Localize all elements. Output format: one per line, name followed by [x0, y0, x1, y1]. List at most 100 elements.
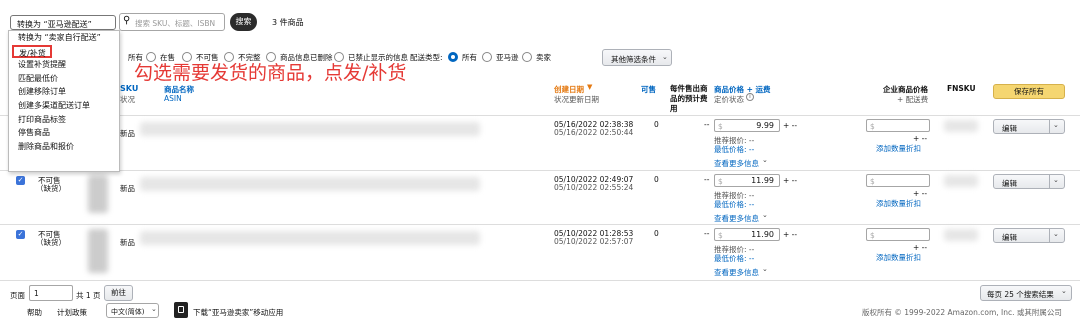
- bulk-action-menu: 转换为 “卖家自行配送” 发/补货 设置补货提醒 匹配最低价 创建移除订单 创建…: [8, 30, 120, 172]
- chevron-down-icon: ⌄: [762, 211, 768, 219]
- menu-item-close-listing[interactable]: 停售商品: [9, 126, 119, 140]
- page-number-input[interactable]: 1: [29, 285, 73, 301]
- chevron-down-icon: ⌄: [662, 53, 668, 61]
- product-image-blurred: [88, 229, 108, 273]
- business-price-input[interactable]: $: [866, 174, 930, 187]
- menu-item-delete-listing[interactable]: 删除商品和报价: [9, 140, 119, 154]
- edit-button[interactable]: 编辑 ⌄: [993, 174, 1065, 189]
- row-status-sub: （缺货）: [36, 184, 66, 193]
- menu-item-restock-alert[interactable]: 设置补货提醒: [9, 58, 119, 72]
- menu-item-print-labels[interactable]: 打印商品标签: [9, 113, 119, 127]
- chevron-down-icon: ⌄: [1053, 121, 1059, 129]
- row-checkbox[interactable]: ✓: [16, 230, 25, 239]
- row-condition: 新品: [120, 184, 135, 193]
- bulk-action-select[interactable]: 转换为 “亚马逊配送”: [10, 15, 116, 30]
- fulfillment-label-all: 所有: [462, 53, 477, 62]
- header-asin[interactable]: ASIN: [164, 94, 182, 103]
- header-fnsku: FNSKU: [947, 84, 976, 93]
- fulfillment-radio-amazon[interactable]: [482, 52, 492, 62]
- policy-link[interactable]: 计划政策: [57, 307, 87, 318]
- fnsku-blurred: [944, 229, 978, 241]
- header-sku[interactable]: SKU: [120, 84, 138, 93]
- row-updated: 05/16/2022 02:50:44: [554, 128, 634, 137]
- search-placeholder: 搜索 SKU、标题、ISBN: [135, 19, 216, 28]
- more-filters-button[interactable]: 其他筛选条件 ⌄: [602, 49, 672, 66]
- fulfillment-radio-all[interactable]: [448, 52, 458, 62]
- edit-button[interactable]: 编辑 ⌄: [993, 228, 1065, 243]
- language-select[interactable]: 中文(简体) ⌄: [106, 303, 159, 318]
- menu-item-mcf-order[interactable]: 创建多渠道配送订单: [9, 99, 119, 113]
- fnsku-blurred: [944, 120, 978, 132]
- row-condition: 新品: [120, 129, 135, 138]
- results-per-page-select[interactable]: 每页 25 个搜索结果 ⌄: [980, 285, 1072, 301]
- header-updated: 状况更新日期: [554, 95, 599, 104]
- edit-divider: [1049, 120, 1050, 133]
- add-quantity-discount-link[interactable]: 添加数量折扣: [876, 143, 921, 154]
- page-number-value: 1: [34, 289, 39, 298]
- chevron-down-icon: ⌄: [762, 265, 768, 273]
- header-available[interactable]: 可售: [641, 84, 656, 95]
- chevron-down-icon: ⌄: [1053, 230, 1059, 238]
- go-button[interactable]: 前往: [104, 285, 133, 301]
- more-info-link[interactable]: 查看更多信息: [714, 158, 759, 169]
- search-icon: ⚲: [123, 15, 131, 26]
- result-count: 3 件商品: [272, 18, 304, 27]
- pagination-divider: [0, 280, 1080, 281]
- price-input[interactable]: $ 11.99: [714, 174, 780, 187]
- price-input[interactable]: $ 11.90: [714, 228, 780, 241]
- business-shipping-value: + --: [913, 189, 928, 198]
- table-row: 新品 05/16/2022 02:38:38 05/16/2022 02:50:…: [0, 116, 1080, 170]
- add-quantity-discount-link[interactable]: 添加数量折扣: [876, 198, 921, 209]
- header-price-status: 定价状态: [714, 95, 744, 104]
- row-checkbox[interactable]: ✓: [16, 176, 25, 185]
- product-title-blurred: [140, 231, 480, 245]
- lowest-price[interactable]: 最低价格: --: [714, 144, 754, 155]
- business-shipping-value: + --: [913, 134, 928, 143]
- table-row: ✓ 不可售 （缺货） 新品 05/10/2022 02:49:07 05/10/…: [0, 170, 1080, 224]
- price-value: 11.99: [751, 176, 774, 185]
- business-price-input[interactable]: $: [866, 119, 930, 132]
- help-link[interactable]: 帮助: [27, 307, 42, 318]
- business-price-input[interactable]: $: [866, 228, 930, 241]
- row-available: 0: [654, 229, 659, 238]
- price-value: 9.99: [756, 121, 774, 130]
- mobile-app-glyph: [178, 306, 184, 313]
- more-info-link[interactable]: 查看更多信息: [714, 267, 759, 278]
- row-updated: 05/10/2022 02:57:07: [554, 237, 634, 246]
- fulfillment-label-amazon: 亚马逊: [496, 53, 519, 62]
- total-pages: 共 1 页: [76, 291, 101, 300]
- fulfillment-radio-seller[interactable]: [522, 52, 532, 62]
- search-button[interactable]: 搜索: [230, 13, 257, 31]
- row-available: 0: [654, 175, 659, 184]
- mobile-app-icon[interactable]: [174, 302, 188, 318]
- chevron-down-icon: ⌄: [1053, 176, 1059, 184]
- menu-item-convert-mfn[interactable]: 转换为 “卖家自行配送”: [9, 31, 119, 45]
- business-currency-symbol: $: [870, 122, 875, 131]
- header-business-shipping: + 配送费: [897, 95, 929, 104]
- more-info-link[interactable]: 查看更多信息: [714, 213, 759, 224]
- menu-item-send-replenish[interactable]: 发/补货: [12, 44, 52, 59]
- row-fee: --: [704, 120, 710, 129]
- mobile-app-link[interactable]: 下载“亚马逊卖家”移动应用: [193, 307, 283, 318]
- edit-button[interactable]: 编辑 ⌄: [993, 119, 1065, 134]
- menu-item-match-low-price[interactable]: 匹配最低价: [9, 72, 119, 86]
- currency-symbol: $: [718, 231, 723, 240]
- add-quantity-discount-link[interactable]: 添加数量折扣: [876, 252, 921, 263]
- language-value: 中文(简体): [111, 308, 145, 316]
- search-input[interactable]: ⚲ 搜索 SKU、标题、ISBN: [119, 13, 225, 31]
- save-all-button[interactable]: 保存所有: [993, 84, 1065, 99]
- price-input[interactable]: $ 9.99: [714, 119, 780, 132]
- row-fee: --: [704, 229, 710, 238]
- currency-symbol: $: [718, 122, 723, 131]
- row-condition: 新品: [120, 238, 135, 247]
- edit-divider: [1049, 175, 1050, 188]
- header-status: 状况: [120, 95, 135, 104]
- copyright: 版权所有 © 1999-2022 Amazon.com, Inc. 或其附属公司: [862, 308, 1062, 317]
- menu-item-removal-order[interactable]: 创建移除订单: [9, 85, 119, 99]
- fnsku-blurred: [944, 175, 978, 187]
- row-fee: --: [704, 175, 710, 184]
- sort-desc-icon: ▼: [587, 83, 593, 91]
- lowest-price[interactable]: 最低价格: --: [714, 199, 754, 210]
- results-per-page-value: 每页 25 个搜索结果: [987, 290, 1054, 299]
- lowest-price[interactable]: 最低价格: --: [714, 253, 754, 264]
